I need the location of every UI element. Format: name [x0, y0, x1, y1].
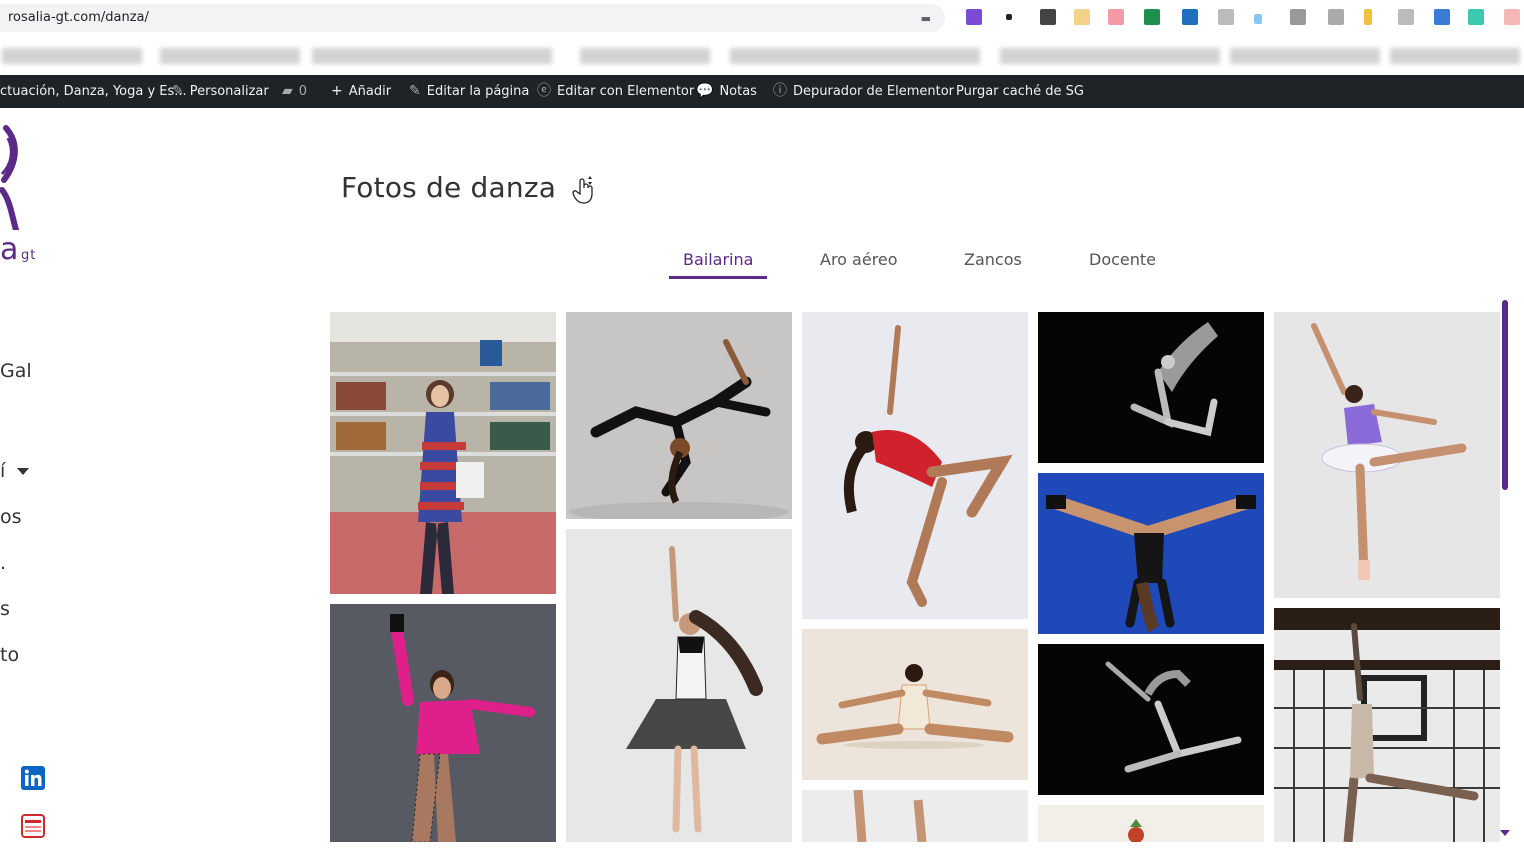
nav-item-2[interactable]: í: [0, 460, 30, 482]
extension-icon[interactable]: [1074, 9, 1090, 25]
extension-icon[interactable]: [1504, 9, 1520, 25]
admin-notes[interactable]: 💬 Notas: [696, 75, 757, 108]
nav-item-3[interactable]: os: [0, 506, 22, 528]
bookmark[interactable]: [1000, 48, 1220, 64]
scroll-down-icon[interactable]: [1500, 830, 1510, 836]
url-text: rosalia-gt.com/danza/: [8, 10, 149, 25]
info-icon: ⓘ: [773, 83, 787, 99]
bookmark[interactable]: [1230, 48, 1380, 64]
tab-bailarina[interactable]: Bailarina: [683, 250, 753, 269]
gallery-photo[interactable]: [802, 790, 1028, 842]
bookmark[interactable]: [1390, 48, 1520, 64]
add-new-label: Añadir: [348, 84, 392, 99]
elementor-icon: ⓔ: [537, 83, 551, 99]
extension-icon[interactable]: [966, 9, 982, 25]
hand-cursor-icon: [572, 176, 593, 204]
extension-icon[interactable]: [1218, 9, 1234, 25]
gallery-photo[interactable]: [1038, 644, 1264, 795]
logo-swoosh-icon: [0, 125, 19, 230]
browser-toolbar: rosalia-gt.com/danza/ ▬: [0, 0, 1524, 36]
gallery-photo[interactable]: [1038, 312, 1264, 463]
comment-icon: ▰: [282, 83, 293, 99]
tab-aro-aereo[interactable]: Aro aéreo: [820, 250, 898, 269]
chevron-down-icon[interactable]: [17, 468, 30, 475]
purge-cache-label: Purgar caché de SG: [956, 84, 1085, 99]
gallery-photo[interactable]: [566, 312, 792, 519]
nav-item-4[interactable]: .: [0, 552, 6, 574]
admin-purge-cache[interactable]: Purgar caché de SG: [956, 75, 1084, 108]
gallery-photo[interactable]: [1038, 805, 1264, 842]
gallery-photo[interactable]: [566, 529, 792, 842]
admin-edit-page[interactable]: ✎ Editar la página: [409, 75, 529, 108]
site-name-label: ctuación, Danza, Yoga y Es...: [0, 84, 187, 99]
pencil-icon: ✎: [409, 83, 421, 99]
page-title: Fotos de danza: [341, 171, 557, 204]
bookmarks-bar: [0, 36, 1524, 77]
extension-icon[interactable]: [1182, 9, 1198, 25]
gallery-photo[interactable]: [1274, 608, 1500, 842]
extension-icon[interactable]: [1254, 14, 1262, 24]
customize-label: Personalizar: [189, 84, 269, 99]
notes-label: Notas: [719, 84, 757, 99]
brush-icon: ✎: [172, 83, 184, 99]
admin-debugger[interactable]: ⓘ Depurador de Elementor: [773, 75, 954, 108]
extension-icon[interactable]: [1040, 9, 1056, 25]
gallery-photo[interactable]: [802, 312, 1028, 619]
extension-icon[interactable]: [1290, 9, 1306, 25]
admin-comments[interactable]: ▰ 0: [282, 75, 307, 108]
bookmark[interactable]: [160, 48, 300, 64]
admin-site-name[interactable]: ctuación, Danza, Yoga y Es...: [0, 75, 187, 108]
debugger-label: Depurador de Elementor: [793, 84, 954, 99]
extension-icon[interactable]: [1398, 9, 1414, 25]
comments-count: 0: [298, 84, 308, 99]
sidebar: a gt Gal í os . s to: [0, 108, 300, 852]
bookmark[interactable]: [312, 48, 552, 64]
gallery-photo[interactable]: [1038, 473, 1264, 634]
extension-icon[interactable]: [1006, 14, 1012, 20]
extension-icon[interactable]: [1468, 9, 1484, 25]
extension-icon[interactable]: [1144, 9, 1160, 25]
nav-item-5[interactable]: s: [0, 598, 10, 620]
admin-customize[interactable]: ✎ Personalizar: [172, 75, 269, 108]
linkedin-icon[interactable]: [21, 766, 45, 790]
logo-subtext: gt: [21, 248, 37, 263]
logo-text: a: [0, 232, 19, 267]
edit-page-label: Editar la página: [426, 84, 530, 99]
bookmark[interactable]: [730, 48, 980, 64]
gallery-photo[interactable]: [1274, 312, 1500, 598]
gallery-scrollbar-thumb[interactable]: [1502, 300, 1508, 490]
active-tab-indicator: [669, 276, 767, 279]
nav-item-1[interactable]: Gal: [0, 360, 32, 382]
tab-docente[interactable]: Docente: [1089, 250, 1156, 269]
admin-edit-elementor[interactable]: ⓔ Editar con Elementor: [537, 75, 694, 108]
site-info-icon[interactable]: ▬: [921, 12, 931, 25]
bookmark[interactable]: [580, 48, 710, 64]
association-badge-icon[interactable]: [21, 814, 45, 838]
nav-item-2-label: í: [0, 460, 6, 482]
extension-icon[interactable]: [1108, 9, 1124, 25]
address-bar[interactable]: rosalia-gt.com/danza/ ▬: [0, 4, 945, 32]
notes-icon: 💬: [696, 83, 714, 99]
gallery-photo[interactable]: [330, 604, 556, 842]
bookmark[interactable]: [2, 48, 142, 64]
wp-admin-bar: ctuación, Danza, Yoga y Es... ✎ Personali…: [0, 75, 1524, 108]
extension-icon[interactable]: [1434, 9, 1450, 25]
edit-elementor-label: Editar con Elementor: [557, 84, 695, 99]
gallery-photo[interactable]: [330, 312, 556, 594]
nav-item-6[interactable]: to: [0, 644, 19, 666]
gallery-photo[interactable]: [802, 629, 1028, 780]
plus-icon: +: [331, 83, 343, 99]
extension-icon[interactable]: [1328, 9, 1344, 25]
extension-icon[interactable]: [1364, 9, 1372, 25]
admin-add-new[interactable]: + Añadir: [331, 75, 391, 108]
tab-zancos[interactable]: Zancos: [964, 250, 1022, 269]
